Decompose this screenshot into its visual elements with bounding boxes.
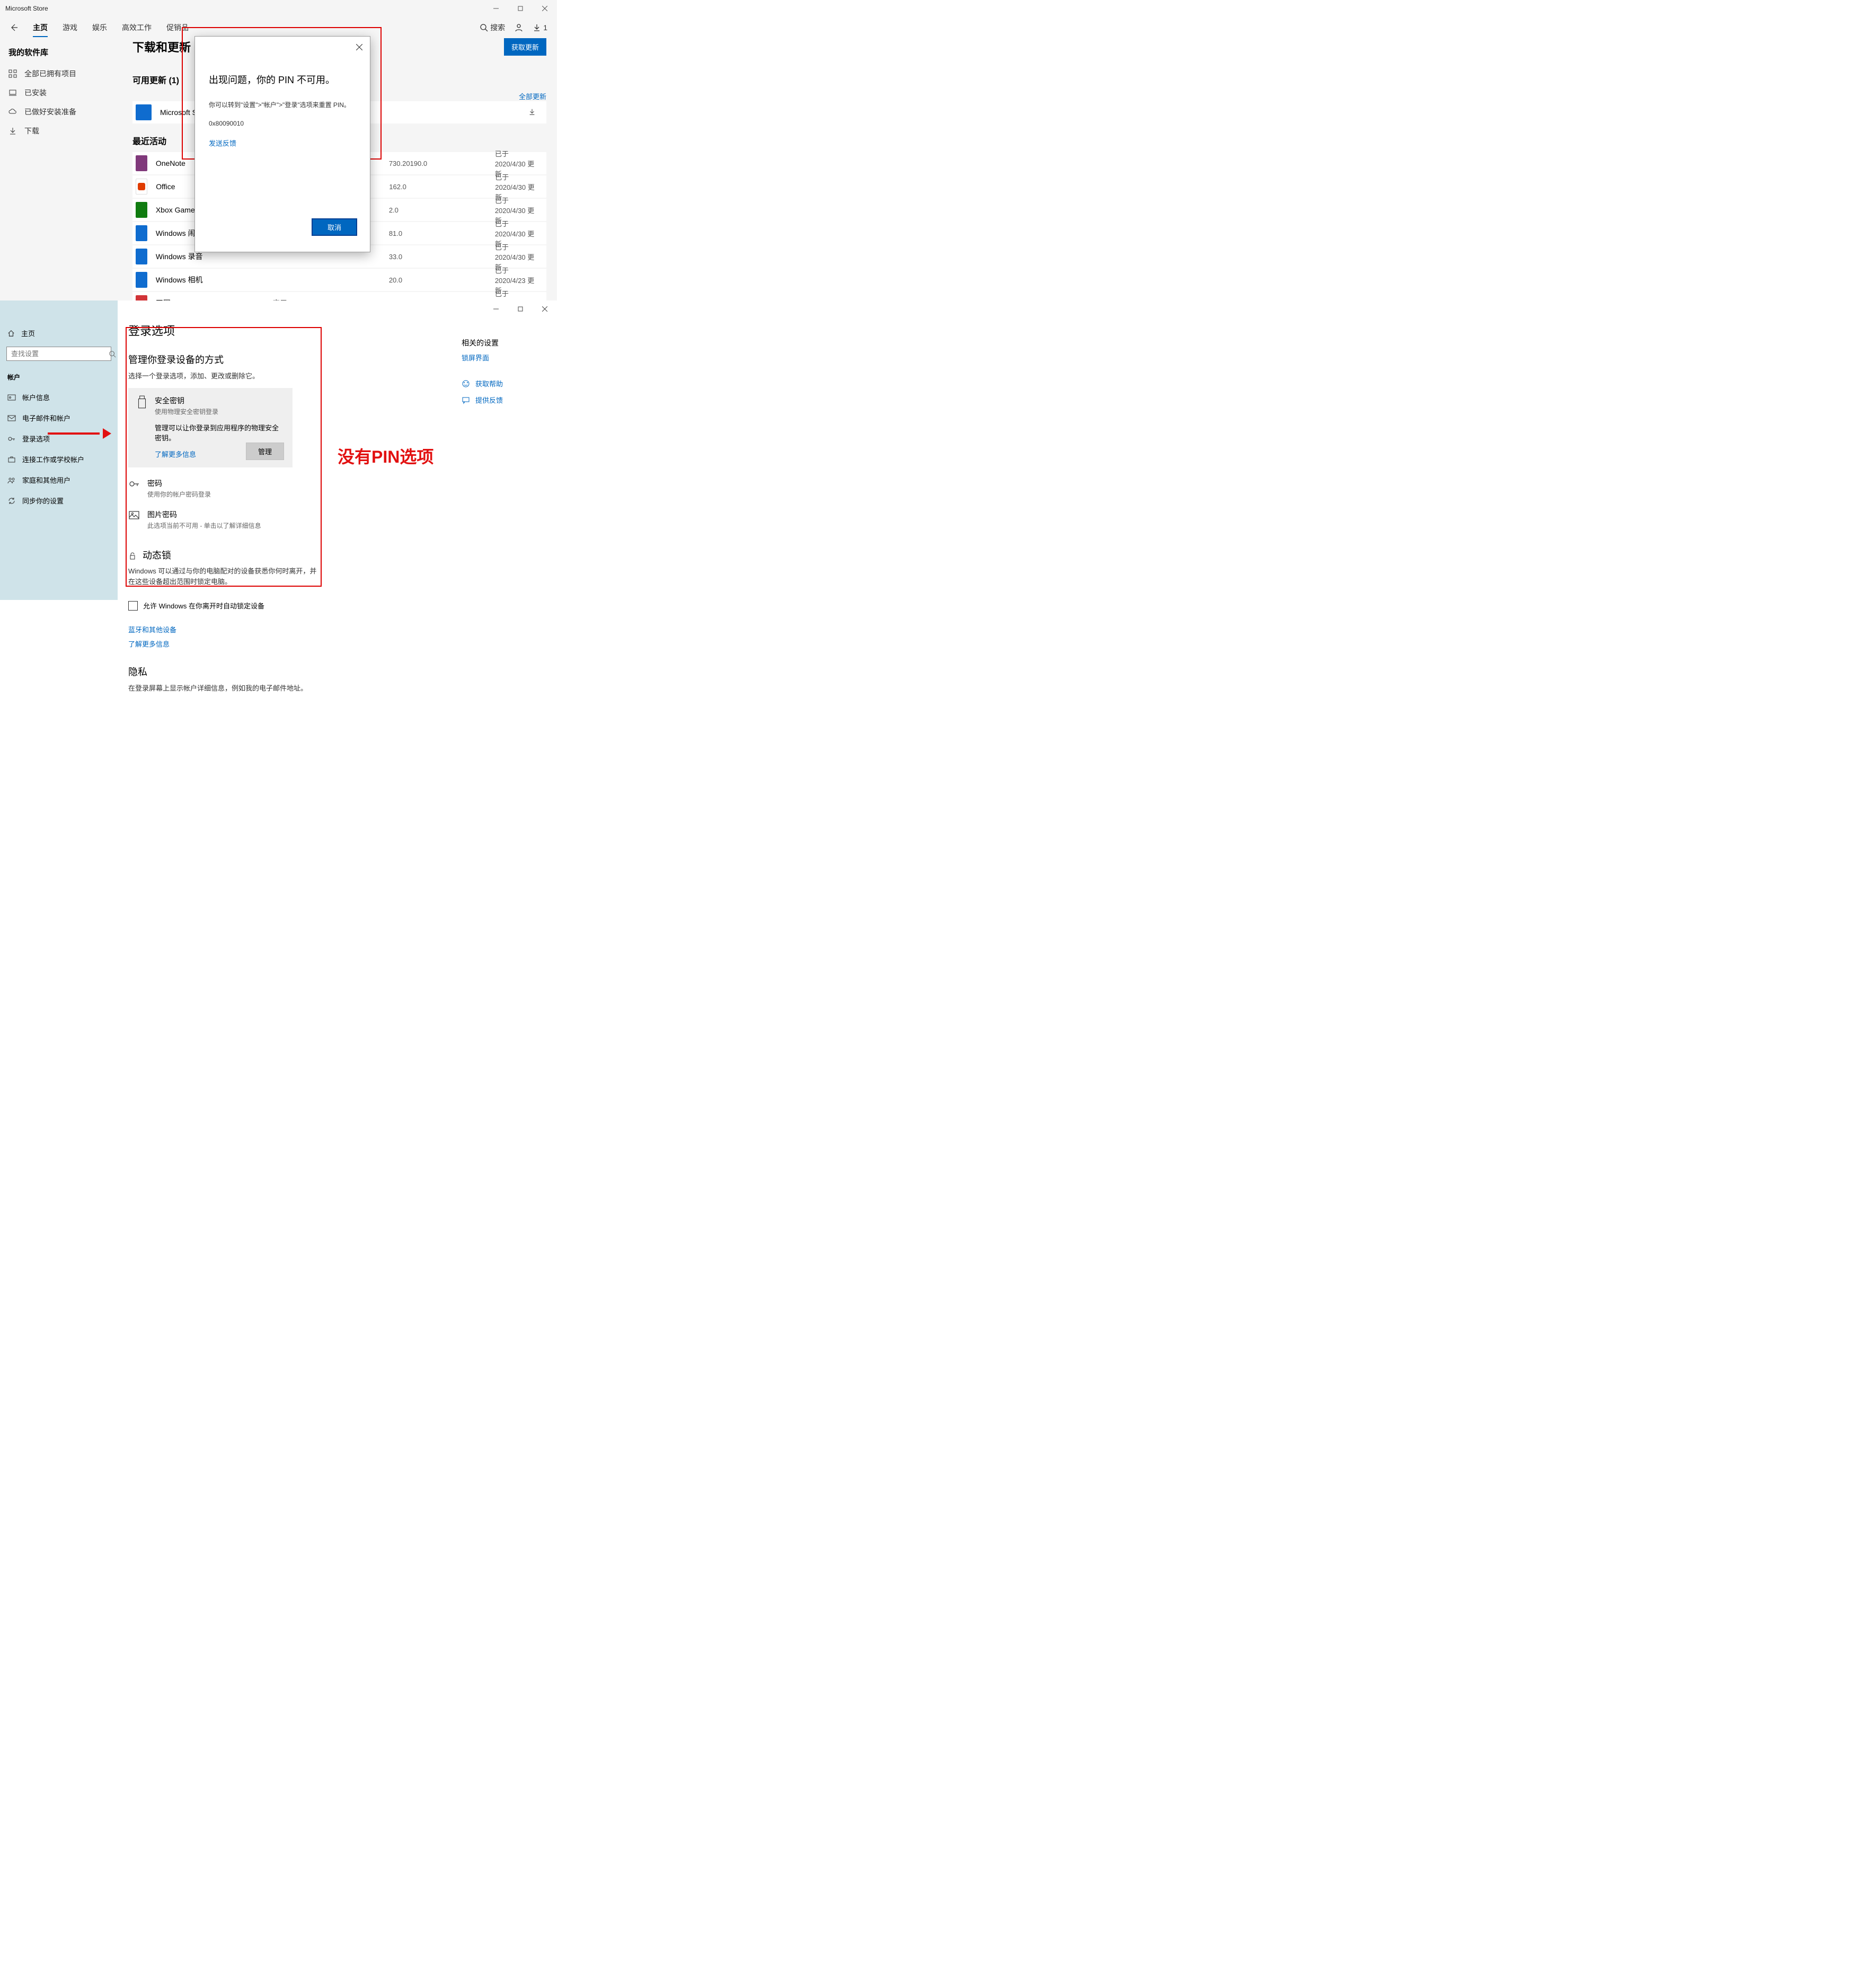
usb-icon — [137, 395, 147, 409]
annotation-arrow — [48, 428, 111, 439]
feedback-icon — [462, 396, 470, 404]
error-dialog: 出现问题，你的 PIN 不可用。 你可以转到"设置">"帐户">"登录"选项来重… — [194, 36, 370, 252]
app-title: Microsoft Store — [5, 5, 48, 12]
learn-more-link[interactable]: 了解更多信息 — [155, 450, 196, 458]
app-icon — [136, 179, 147, 195]
app-icon — [136, 295, 147, 301]
give-feedback-link[interactable]: 提供反馈 — [475, 395, 503, 405]
leftnav-item-installed[interactable]: 已安装 — [3, 83, 132, 102]
dialog-close-icon[interactable] — [352, 40, 367, 55]
key-icon — [7, 435, 16, 443]
manage-button[interactable]: 管理 — [246, 443, 284, 460]
card-icon — [7, 393, 16, 402]
back-icon[interactable] — [5, 19, 22, 36]
nav-item-email[interactable]: 电子邮件和帐户 — [0, 408, 118, 428]
sync-icon — [7, 497, 16, 505]
search-label: 搜索 — [490, 22, 505, 33]
option-password[interactable]: 密码 使用你的帐户密码登录 — [128, 478, 293, 499]
recent-row[interactable]: 画图 3D应用6.2003.4017.0已于 2020/4/19 更新 — [132, 292, 546, 301]
nav-item-signin-options[interactable]: 登录选项 — [0, 428, 118, 449]
app-icon — [136, 249, 147, 264]
learn-more-link[interactable]: 了解更多信息 — [128, 640, 170, 648]
titlebar: Microsoft Store — [0, 0, 557, 17]
option-picture-password[interactable]: 图片密码 此选项当前不可用 - 单击以了解详细信息 — [128, 509, 293, 530]
leftnav-item-ready[interactable]: 已做好安装准备 — [3, 102, 132, 121]
leftnav-title: 我的软件库 — [8, 47, 132, 58]
mail-icon — [7, 414, 16, 422]
downloads-indicator[interactable]: 1 — [533, 23, 547, 32]
feedback-link[interactable]: 发送反馈 — [209, 138, 236, 148]
briefcase-icon — [7, 455, 16, 464]
downloads-badge: 1 — [543, 23, 547, 32]
bluetooth-link[interactable]: 蓝牙和其他设备 — [128, 626, 176, 634]
privacy-line: 在登录屏幕上显示帐户详细信息，例如我的电子邮件地址。 — [128, 683, 546, 693]
cloud-icon — [8, 108, 17, 116]
lock-icon — [128, 552, 137, 560]
dynlock-checkbox[interactable]: 允许 Windows 在你离开时自动锁定设备 — [128, 600, 546, 611]
search-button[interactable]: 搜索 — [480, 22, 505, 33]
all-updates-link[interactable]: 全部更新 — [519, 93, 546, 101]
lockscreen-link[interactable]: 锁屏界面 — [462, 352, 489, 363]
search-input[interactable] — [7, 347, 109, 360]
annotation-text: 没有PIN选项 — [338, 444, 433, 468]
tab-games[interactable]: 游戏 — [55, 19, 85, 36]
help-icon — [462, 379, 470, 388]
left-nav: 我的软件库 全部已拥有项目 已安装 已做好安装准备 下载 — [0, 38, 132, 301]
download-icon[interactable] — [528, 108, 540, 117]
download-icon — [8, 127, 17, 135]
dialog-title: 出现问题，你的 PIN 不可用。 — [209, 73, 356, 86]
dynlock-desc: Windows 可以通过与你的电脑配对的设备获悉你何时离开，并在这些设备超出范围… — [128, 566, 319, 587]
leftnav-item-downloads[interactable]: 下载 — [3, 121, 132, 140]
cancel-button[interactable]: 取消 — [312, 218, 357, 236]
app-icon — [136, 272, 147, 288]
home-link[interactable]: 主页 — [0, 325, 118, 341]
get-updates-button[interactable]: 获取更新 — [504, 38, 546, 56]
nav-item-family[interactable]: 家庭和其他用户 — [0, 470, 118, 490]
home-icon — [7, 330, 15, 337]
topbar: 主页 游戏 娱乐 高效工作 促销品 搜索 1 — [0, 17, 557, 38]
page-title: 下载和更新 — [132, 38, 191, 55]
settings-window: 设置 主页 帐户 帐户信息 电子邮件和帐户 — [0, 301, 557, 600]
app-icon — [136, 104, 152, 120]
privacy-heading: 隐私 — [128, 665, 546, 678]
get-help-link[interactable]: 获取帮助 — [475, 378, 503, 388]
option-security-key[interactable]: 安全密钥 使用物理安全密钥登录 管理可以让你登录到应用程序的物理安全密钥。 了解… — [128, 388, 293, 467]
nav-group-label: 帐户 — [0, 369, 118, 387]
account-button[interactable] — [515, 23, 523, 32]
settings-nav: 主页 帐户 帐户信息 电子邮件和帐户 登录选项 连接工作 — [0, 301, 118, 600]
nav-item-sync[interactable]: 同步你的设置 — [0, 490, 118, 511]
checkbox-icon — [128, 601, 138, 611]
key-icon — [128, 478, 140, 490]
recent-row[interactable]: Windows 相机20.0已于 2020/4/23 更新 — [132, 269, 546, 291]
maximize-button[interactable] — [508, 0, 533, 17]
picture-icon — [128, 509, 140, 521]
app-icon — [136, 155, 147, 171]
leftnav-item-all[interactable]: 全部已拥有项目 — [3, 64, 132, 83]
page-title: 登录选项 — [128, 322, 546, 339]
device-icon — [8, 89, 17, 97]
nav-item-work-school[interactable]: 连接工作或学校帐户 — [0, 449, 118, 470]
dynamic-lock-heading: 动态锁 — [128, 548, 546, 562]
close-button[interactable] — [533, 0, 557, 17]
tab-deals[interactable]: 促销品 — [159, 19, 196, 36]
tab-entertainment[interactable]: 娱乐 — [85, 19, 114, 36]
people-icon — [7, 476, 16, 484]
app-icon — [136, 225, 147, 241]
settings-search[interactable] — [6, 347, 111, 361]
nav-item-account-info[interactable]: 帐户信息 — [0, 387, 118, 408]
tab-productivity[interactable]: 高效工作 — [114, 19, 159, 36]
search-icon — [109, 350, 116, 358]
tab-home[interactable]: 主页 — [25, 19, 55, 36]
app-icon — [136, 202, 147, 218]
dialog-message: 你可以转到"设置">"帐户">"登录"选项来重置 PIN。 — [209, 100, 356, 109]
minimize-button[interactable] — [484, 0, 508, 17]
nav-tabs: 主页 游戏 娱乐 高效工作 促销品 — [25, 19, 196, 36]
microsoft-store-window: Microsoft Store 主页 游戏 娱乐 高效工作 促销品 搜索 — [0, 0, 557, 301]
related-settings: 相关的设置 锁屏界面 获取帮助 提供反馈 — [462, 338, 541, 411]
grid-icon — [8, 69, 17, 78]
error-code: 0x80090010 — [209, 120, 356, 127]
